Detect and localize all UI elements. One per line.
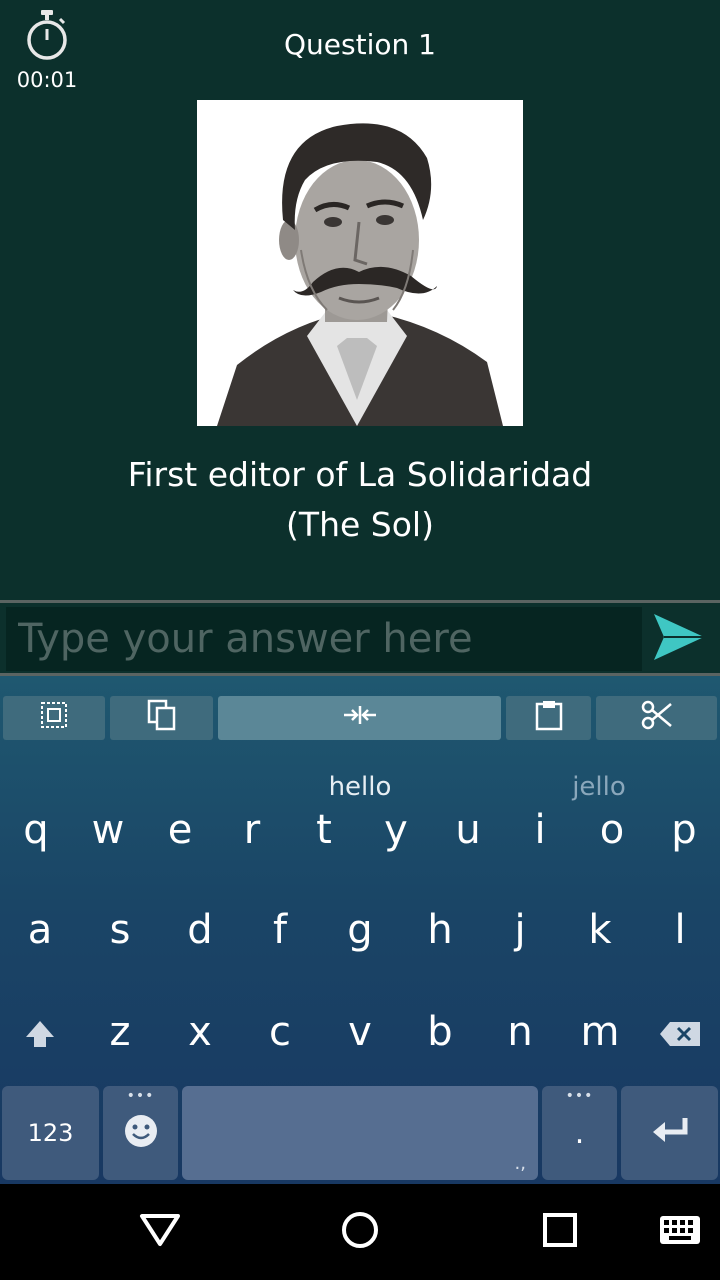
key-u[interactable]: u — [432, 800, 504, 860]
key-q[interactable]: q — [0, 800, 72, 860]
key-e[interactable]: e — [144, 800, 216, 860]
cut-icon — [641, 699, 673, 738]
navigation-bar — [0, 1184, 720, 1280]
key-h[interactable]: h — [404, 900, 476, 960]
enter-key[interactable] — [621, 1086, 718, 1180]
question-title: Question 1 — [284, 28, 436, 61]
recents-button[interactable] — [530, 1206, 590, 1258]
emoji-key[interactable]: ••• — [103, 1086, 178, 1180]
copy-button[interactable] — [110, 696, 213, 740]
key-x[interactable]: x — [164, 1002, 236, 1062]
shift-icon — [24, 1009, 56, 1055]
quiz-area: 00:01 Question 1 First editor of La Soli… — [0, 0, 720, 600]
recents-icon — [542, 1212, 578, 1252]
cursor-join-icon — [342, 703, 378, 733]
enter-icon — [651, 1116, 689, 1150]
key-o[interactable]: o — [576, 800, 648, 860]
key-z[interactable]: z — [84, 1002, 156, 1062]
key-w[interactable]: w — [72, 800, 144, 860]
key-c[interactable]: c — [244, 1002, 316, 1062]
answer-input-wrap — [6, 607, 642, 671]
timer-text: 00:01 — [16, 68, 78, 92]
answer-input[interactable] — [18, 611, 628, 667]
question-image — [197, 100, 523, 426]
send-icon — [652, 612, 706, 666]
back-button[interactable] — [130, 1206, 190, 1258]
key-s[interactable]: s — [84, 900, 156, 960]
key-r[interactable]: r — [216, 800, 288, 860]
select-all-icon — [40, 701, 68, 736]
numbers-key[interactable]: 123 — [2, 1086, 99, 1180]
send-button[interactable] — [646, 609, 712, 669]
copy-icon — [147, 699, 177, 738]
cut-button[interactable] — [596, 696, 717, 740]
home-icon — [340, 1210, 380, 1254]
back-icon — [138, 1212, 182, 1252]
question-text-line-1: First editor of La Solidaridad — [127, 455, 593, 494]
answer-bar — [0, 600, 720, 676]
home-button[interactable] — [330, 1206, 390, 1258]
keyboard-toolbar — [0, 692, 720, 744]
key-t[interactable]: t — [288, 800, 360, 860]
paste-icon — [535, 699, 563, 738]
select-all-button[interactable] — [3, 696, 105, 740]
paste-button[interactable] — [506, 696, 591, 740]
key-a[interactable]: a — [4, 900, 76, 960]
key-n[interactable]: n — [484, 1002, 556, 1062]
key-i[interactable]: i — [504, 800, 576, 860]
backspace-key[interactable] — [644, 1002, 716, 1062]
shift-key[interactable] — [4, 1002, 76, 1062]
keyboard: hello jello q w e r t y u i o p a s d f … — [0, 676, 720, 1184]
question-text: First editor of La Solidaridad (The Sol) — [40, 450, 680, 550]
key-g[interactable]: g — [324, 900, 396, 960]
cursor-join-button[interactable] — [218, 696, 501, 740]
period-key-label: . — [574, 1115, 585, 1151]
key-y[interactable]: y — [360, 800, 432, 860]
key-j[interactable]: j — [484, 900, 556, 960]
numbers-key-label: 123 — [27, 1119, 74, 1147]
question-text-line-2: (The Sol) — [286, 505, 434, 544]
key-l[interactable]: l — [644, 900, 716, 960]
period-more-dots: ••• — [565, 1088, 594, 1104]
backspace-icon — [658, 1009, 702, 1055]
suggestion-primary[interactable]: hello — [280, 772, 440, 802]
key-p[interactable]: p — [648, 800, 720, 860]
space-key[interactable]: ., — [182, 1086, 538, 1180]
suggestion-secondary[interactable]: jello — [519, 772, 679, 802]
key-f[interactable]: f — [244, 900, 316, 960]
key-d[interactable]: d — [164, 900, 236, 960]
key-m[interactable]: m — [564, 1002, 636, 1062]
emoji-more-dots: ••• — [126, 1088, 155, 1104]
keyboard-icon — [659, 1215, 701, 1249]
space-hint: ., — [514, 1153, 526, 1174]
period-key[interactable]: ••• . — [542, 1086, 617, 1180]
key-v[interactable]: v — [324, 1002, 396, 1062]
smiley-icon — [123, 1113, 159, 1153]
keyboard-switch-button[interactable] — [650, 1206, 710, 1258]
key-b[interactable]: b — [404, 1002, 476, 1062]
key-k[interactable]: k — [564, 900, 636, 960]
